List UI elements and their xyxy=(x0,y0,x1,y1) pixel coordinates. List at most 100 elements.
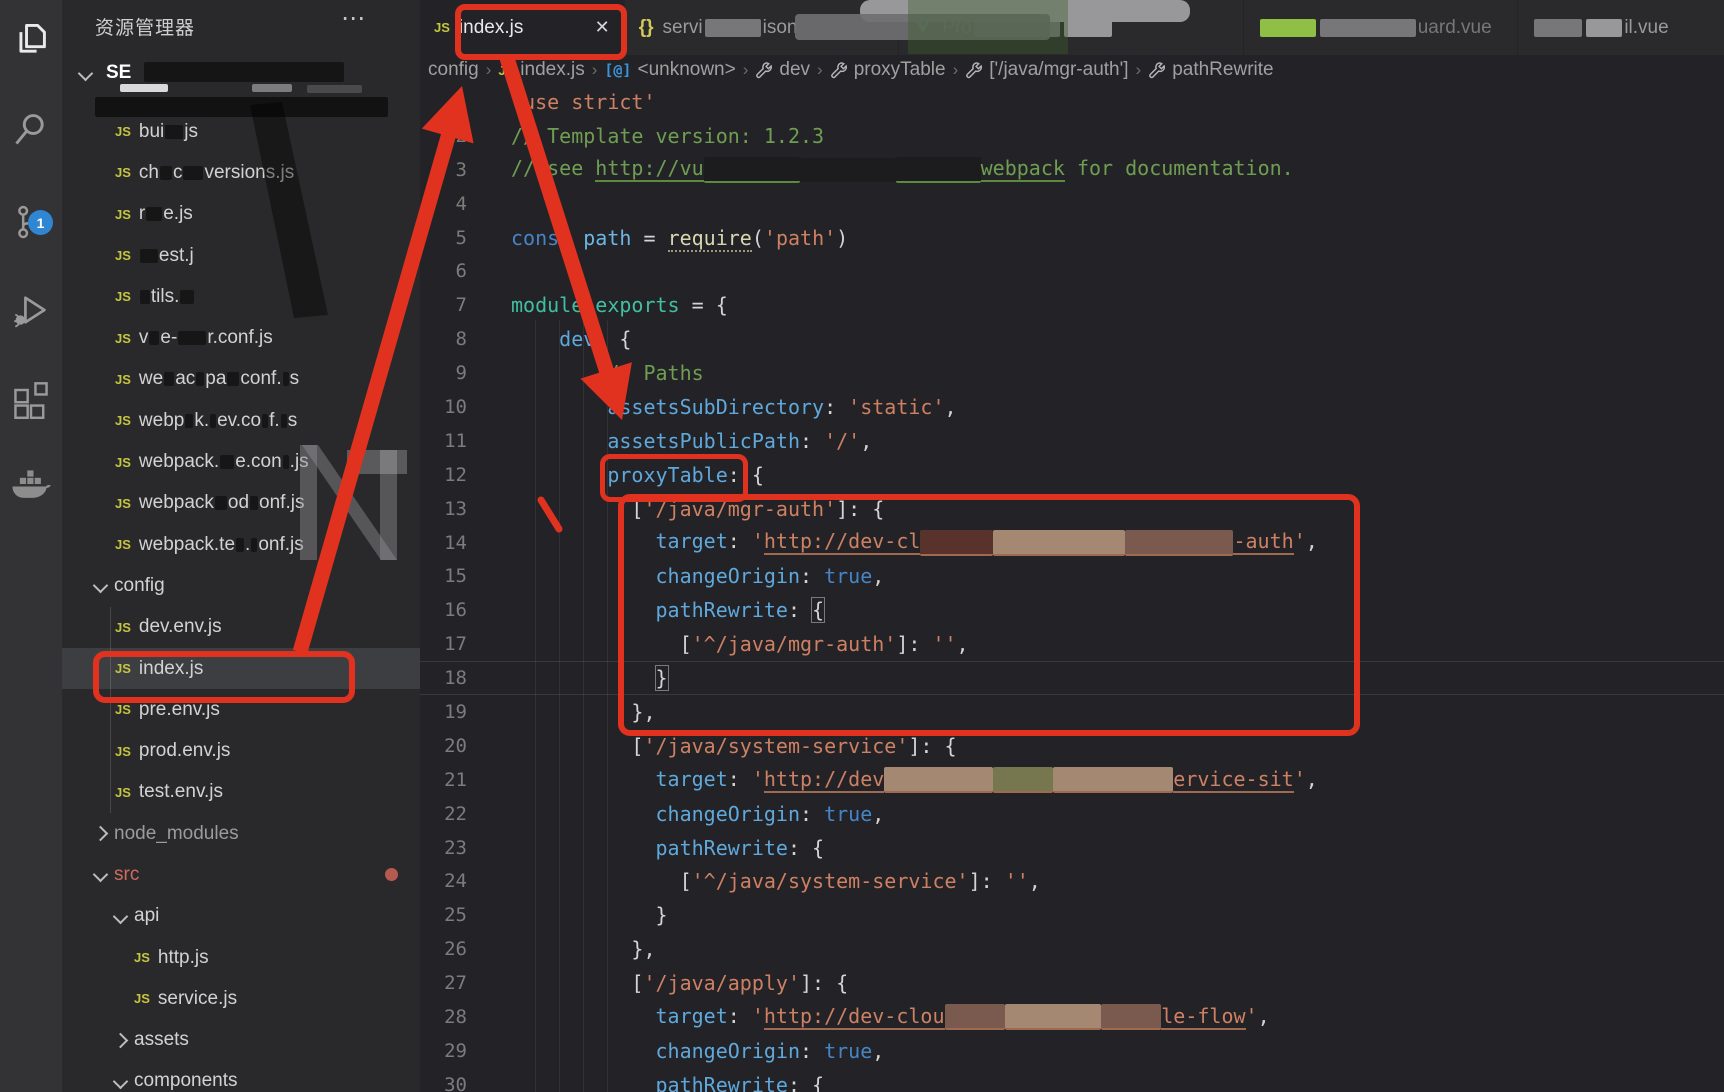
tree-item[interactable]: JSprod.env.js xyxy=(62,730,420,771)
tree-item[interactable]: api xyxy=(62,896,420,937)
code-line[interactable]: 25 } xyxy=(420,898,1724,932)
tree-item[interactable]: src xyxy=(62,854,420,895)
breadcrumb-item[interactable]: config xyxy=(428,59,479,81)
tab-label: Pro xyxy=(942,17,972,39)
tree-item[interactable]: node_modules xyxy=(62,813,420,854)
tree-item[interactable]: JSest.j xyxy=(62,235,420,276)
redaction-block xyxy=(1534,19,1582,37)
tree-item[interactable]: JSwebpackodonf.js xyxy=(62,483,420,524)
code-line[interactable]: 9 // Paths xyxy=(420,356,1724,390)
tree-item[interactable]: JSve-r.conf.js xyxy=(62,317,420,358)
code-line[interactable]: 1'use strict' xyxy=(420,85,1724,119)
sidebar-menu-button[interactable]: ⋯ xyxy=(341,4,365,33)
js-file-icon: JS xyxy=(115,248,131,263)
tree-item[interactable]: JSre.js xyxy=(62,194,420,235)
breadcrumb-item[interactable]: proxyTable xyxy=(830,59,946,81)
tree-item[interactable]: JSwebpack.e.con.js xyxy=(62,441,420,482)
tree-item[interactable]: JSindex.js xyxy=(62,648,420,689)
line-number: 2 xyxy=(420,125,467,147)
explorer-icon[interactable] xyxy=(0,8,62,72)
breadcrumb-item[interactable]: ['/java/mgr-auth'] xyxy=(965,59,1128,81)
code-line[interactable]: 28 target: 'http://dev-cloule-flow', xyxy=(420,1000,1724,1034)
tree-item[interactable]: JSwebpack.te.onf.js xyxy=(62,524,420,565)
code-line[interactable]: 4 xyxy=(420,187,1724,221)
code-line[interactable]: 20 ['/java/system-service']: { xyxy=(420,729,1724,763)
breadcrumb-item[interactable]: JSindex.js xyxy=(498,59,584,81)
extensions-icon[interactable] xyxy=(0,368,62,432)
tab-redacted-4[interactable]: il.vue xyxy=(1518,0,1724,55)
tree-item[interactable]: components xyxy=(62,1061,420,1092)
tree-item[interactable]: JStest.env.js xyxy=(62,772,420,813)
code-line[interactable]: 17 ['^/java/mgr-auth']: '', xyxy=(420,627,1724,661)
code-line[interactable]: 26 }, xyxy=(420,932,1724,966)
code-line[interactable]: 12 proxyTable: { xyxy=(420,458,1724,492)
tree-item[interactable]: JSservice.js xyxy=(62,978,420,1019)
redaction-block xyxy=(993,767,1053,793)
wrench-icon xyxy=(965,61,983,79)
redaction-block xyxy=(993,530,1125,556)
breadcrumb-label: ['/java/mgr-auth'] xyxy=(989,59,1128,81)
tree-item-label: index.js xyxy=(139,658,203,680)
tree-item[interactable]: JShttp.js xyxy=(62,937,420,978)
breadcrumb-label: dev xyxy=(779,59,810,81)
code-line[interactable]: 13 ['/java/mgr-auth']: { xyxy=(420,492,1724,526)
tree-item[interactable]: JSbuijs xyxy=(62,111,420,152)
tab-index.js[interactable]: JSindex.js✕ xyxy=(420,0,625,55)
code-line[interactable]: 21 target: 'http://devervice-sit', xyxy=(420,763,1724,797)
code-line[interactable]: 14 target: 'http://dev-cl-auth', xyxy=(420,526,1724,560)
tree-item[interactable]: JSwebpk.ev.cof.s xyxy=(62,400,420,441)
indent-guide xyxy=(110,607,111,813)
code-area[interactable]: 1'use strict'2// Template version: 1.2.3… xyxy=(420,85,1724,1092)
redaction-block xyxy=(250,496,258,510)
code-line[interactable]: 30 pathRewrite: { xyxy=(420,1068,1724,1092)
indent-guide xyxy=(583,320,584,1092)
line-number: 6 xyxy=(420,260,467,282)
wrench-icon xyxy=(1148,61,1166,79)
tree-item[interactable]: JStils. xyxy=(62,276,420,317)
code-line[interactable]: 2// Template version: 1.2.3 xyxy=(420,119,1724,153)
code-line[interactable]: 15 changeOrigin: true, xyxy=(420,559,1724,593)
code-line[interactable]: 23 pathRewrite: { xyxy=(420,831,1724,865)
search-icon[interactable] xyxy=(0,97,62,161)
tree-item[interactable]: JSweacpaconf.s xyxy=(62,359,420,400)
line-number: 25 xyxy=(420,904,467,926)
code-line[interactable]: 24 ['^/java/system-service']: '', xyxy=(420,864,1724,898)
tree-item[interactable]: JSpre.env.js xyxy=(62,689,420,730)
tab-servi[interactable]: {}serviison xyxy=(625,0,900,55)
line-number: 3 xyxy=(420,159,467,181)
line-number: 30 xyxy=(420,1074,467,1092)
code-line[interactable]: 10 assetsSubDirectory: 'static', xyxy=(420,390,1724,424)
code-line[interactable]: 11 assetsPublicPath: '/', xyxy=(420,424,1724,458)
code-line[interactable]: 6 xyxy=(420,254,1724,288)
code-line[interactable]: 16 pathRewrite: { xyxy=(420,593,1724,627)
run-debug-icon[interactable] xyxy=(0,278,62,342)
tree-item[interactable]: JSdev.env.js xyxy=(62,607,420,648)
docker-icon[interactable] xyxy=(0,452,62,516)
close-icon[interactable]: ✕ xyxy=(585,17,610,38)
breadcrumb-item[interactable]: [@]<unknown> xyxy=(604,59,735,81)
line-number: 9 xyxy=(420,362,467,384)
code-line[interactable]: 8 dev: { xyxy=(420,322,1724,356)
code-line[interactable]: 18 } xyxy=(420,661,1724,695)
source-control-icon[interactable]: 1 xyxy=(0,190,62,254)
tree-item-label: ve-r.conf.js xyxy=(139,327,273,349)
breadcrumb-item[interactable]: pathRewrite xyxy=(1148,59,1273,81)
code-line[interactable]: 27 ['/java/apply']: { xyxy=(420,966,1724,1000)
code-line[interactable]: 22 changeOrigin: true, xyxy=(420,797,1724,831)
tab-Pro[interactable]: Pro xyxy=(899,0,1243,55)
code-line[interactable]: 5const path = require('path') xyxy=(420,221,1724,255)
code-line[interactable]: 3// see http://vuwebpack for documentati… xyxy=(420,153,1724,187)
code-line[interactable]: 7module.exports = { xyxy=(420,288,1724,322)
code-line[interactable]: 29 changeOrigin: true, xyxy=(420,1034,1724,1068)
line-number: 21 xyxy=(420,769,467,791)
breadcrumb-label: pathRewrite xyxy=(1172,59,1273,81)
tree-item[interactable]: config xyxy=(62,565,420,606)
line-number: 23 xyxy=(420,837,467,859)
code-line[interactable]: 19 }, xyxy=(420,695,1724,729)
redaction-block xyxy=(1053,767,1173,793)
tab-redacted-3[interactable]: uard.vue xyxy=(1244,0,1519,55)
breadcrumb-item[interactable]: dev xyxy=(755,59,810,81)
project-root-row[interactable]: SE xyxy=(62,58,420,94)
tree-item[interactable]: JSchcversions.js xyxy=(62,152,420,193)
tree-item[interactable]: assets xyxy=(62,1020,420,1061)
